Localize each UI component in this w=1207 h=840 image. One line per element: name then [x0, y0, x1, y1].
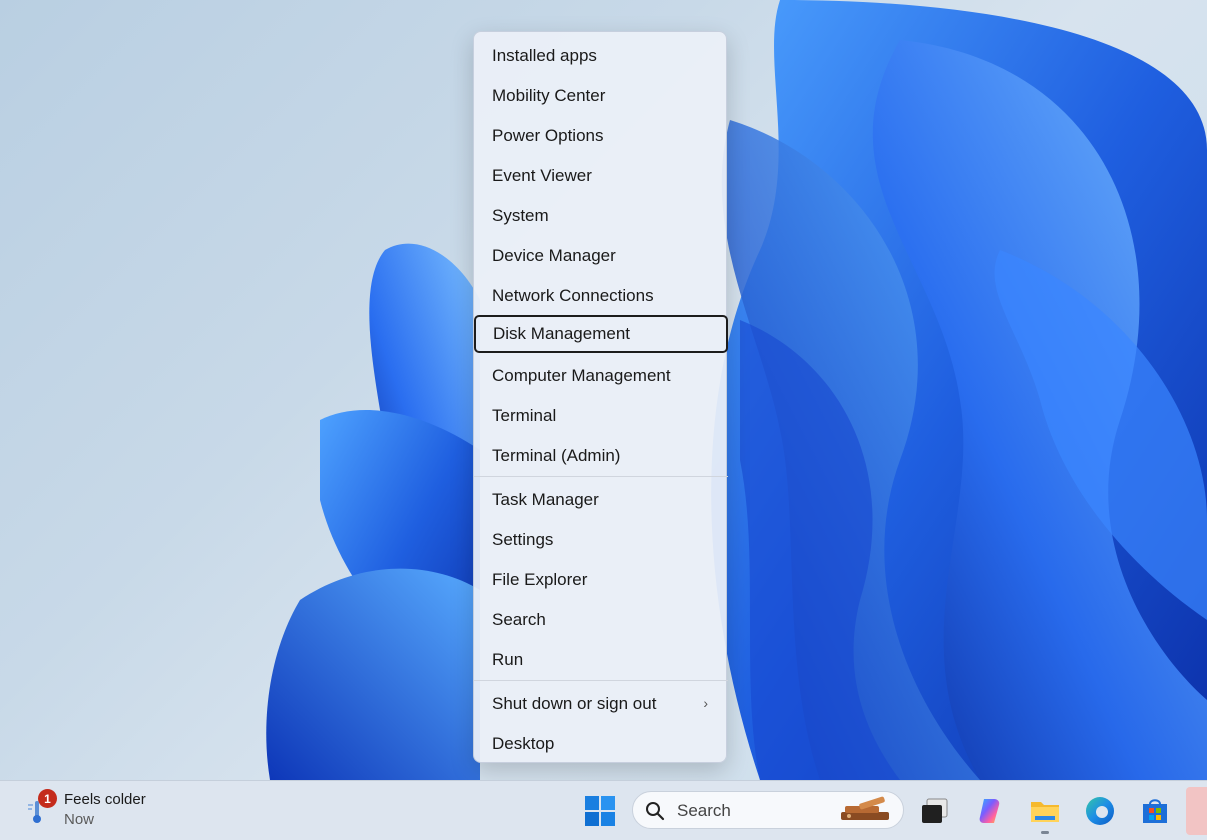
menu-separator — [474, 680, 728, 681]
menu-item-label: Desktop — [492, 734, 555, 753]
menu-item-label: Event Viewer — [492, 166, 592, 185]
search-icon — [646, 802, 665, 821]
running-app-indicator — [1041, 831, 1049, 834]
menu-item-event-viewer[interactable]: Event Viewer — [474, 157, 728, 195]
desktop-wallpaper: Installed apps Mobility Center Power Optio… — [0, 0, 1207, 780]
taskbar-overflow-app-icon[interactable] — [1186, 787, 1207, 835]
menu-item-label: System — [492, 206, 549, 225]
menu-item-computer-management[interactable]: Computer Management — [474, 357, 728, 395]
menu-item-label: Power Options — [492, 126, 604, 145]
menu-item-desktop[interactable]: Desktop — [474, 725, 728, 763]
taskbar: 1 Feels colder Now Search — [0, 780, 1207, 840]
search-label: Search — [677, 801, 731, 820]
weather-widget[interactable]: 1 Feels colder Now — [22, 789, 172, 833]
taskbar-search-box[interactable]: Search — [632, 791, 904, 829]
menu-item-label: Disk Management — [493, 324, 631, 343]
task-view-icon[interactable] — [919, 795, 951, 827]
menu-item-label: Device Manager — [492, 246, 616, 265]
menu-item-label: Computer Management — [492, 366, 671, 385]
notification-badge: 1 — [38, 789, 57, 808]
edge-icon[interactable] — [1084, 795, 1116, 827]
menu-item-label: Installed apps — [492, 46, 597, 65]
menu-item-label: Search — [492, 610, 546, 629]
search-highlight-illustration-icon — [841, 796, 889, 820]
menu-item-installed-apps[interactable]: Installed apps — [474, 37, 728, 75]
menu-item-power-options[interactable]: Power Options — [474, 117, 728, 155]
menu-item-label: Shut down or sign out — [492, 694, 657, 713]
weather-title: Feels colder — [64, 791, 146, 808]
menu-item-terminal-admin[interactable]: Terminal (Admin) — [474, 437, 728, 475]
menu-item-label: Network Connections — [492, 286, 654, 305]
menu-item-network-connections[interactable]: Network Connections — [474, 277, 728, 315]
menu-item-label: Run — [492, 650, 524, 669]
winx-context-menu: Installed apps Mobility Center Power Optio… — [473, 31, 728, 763]
menu-item-label: Settings — [492, 530, 554, 549]
microsoft-store-icon[interactable] — [1139, 795, 1171, 827]
menu-item-run[interactable]: Run — [474, 641, 728, 679]
weather-subtitle: Now — [64, 811, 95, 828]
menu-item-file-explorer[interactable]: File Explorer — [474, 561, 728, 599]
menu-item-shut-down-or-sign-out[interactable]: Shut down or sign out › — [474, 685, 728, 723]
menu-item-device-manager[interactable]: Device Manager — [474, 237, 728, 275]
menu-item-label: Mobility Center — [492, 86, 606, 105]
menu-item-label: Task Manager — [492, 490, 599, 509]
menu-item-label: Terminal (Admin) — [492, 446, 621, 465]
menu-item-disk-management[interactable]: Disk Management — [474, 315, 728, 353]
menu-item-settings[interactable]: Settings — [474, 521, 728, 559]
menu-item-label: Terminal — [492, 406, 557, 425]
menu-item-label: File Explorer — [492, 570, 588, 589]
menu-separator — [474, 476, 728, 477]
menu-item-task-manager[interactable]: Task Manager — [474, 481, 728, 519]
menu-item-search[interactable]: Search — [474, 601, 728, 639]
chevron-right-icon: › — [703, 695, 708, 711]
menu-item-mobility-center[interactable]: Mobility Center — [474, 77, 728, 115]
menu-item-system[interactable]: System — [474, 197, 728, 235]
file-explorer-icon[interactable] — [1029, 795, 1061, 827]
menu-item-terminal[interactable]: Terminal — [474, 397, 728, 435]
copilot-icon[interactable] — [974, 795, 1006, 827]
start-button[interactable] — [584, 795, 616, 827]
